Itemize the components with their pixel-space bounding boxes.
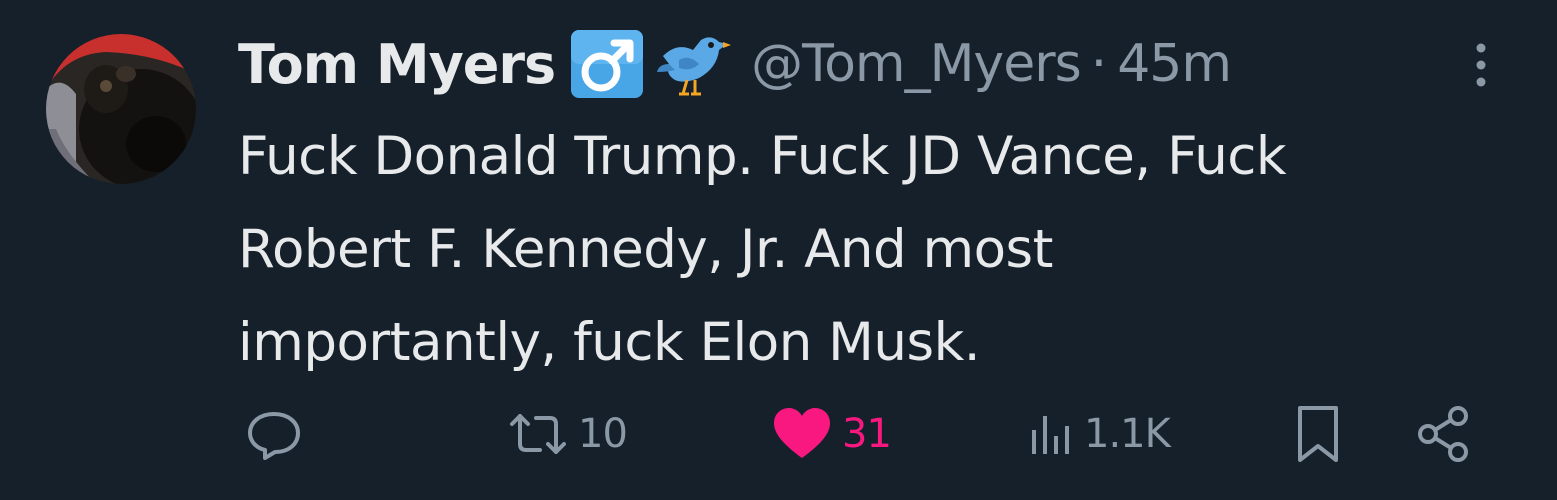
tweet-card[interactable]: Tom Myers @Tom_Myers · 45m Fuck Donald T… (0, 0, 1557, 500)
share-icon (1418, 406, 1468, 462)
retweet-count: 10 (578, 411, 628, 457)
tweet-header: Tom Myers @Tom_Myers · 45m (238, 24, 1232, 104)
like-button[interactable]: 31 (770, 394, 892, 474)
tweet-text-line: importantly, fuck Elon Musk. (238, 312, 981, 373)
more-options-button[interactable] (1466, 40, 1496, 90)
tweet-text-line: Robert F. Kennedy, Jr. And most (238, 219, 1053, 280)
avatar-image (46, 34, 196, 184)
bookmark-button[interactable] (1292, 394, 1344, 474)
like-count: 31 (842, 411, 892, 457)
male-sign-emoji-icon (569, 28, 645, 100)
bar-chart-icon (1032, 416, 1069, 454)
header-separator: · (1090, 34, 1108, 94)
bookmark-icon (1298, 406, 1338, 462)
retweet-arrows-icon (510, 414, 566, 454)
timestamp[interactable]: 45m (1117, 34, 1232, 94)
speech-bubble-icon (248, 412, 300, 460)
tweet-text-line: Fuck Donald Trump. Fuck JD Vance, Fuck (238, 126, 1287, 187)
display-name[interactable]: Tom Myers (238, 33, 556, 96)
reply-button[interactable] (244, 394, 312, 474)
tweet-text: Fuck Donald Trump. Fuck JD Vance, Fuck R… (238, 110, 1508, 389)
avatar[interactable] (46, 34, 196, 184)
views-count: 1.1K (1084, 411, 1171, 457)
bird-emoji-icon (655, 28, 732, 100)
heart-icon (774, 408, 830, 458)
action-bar: 10 31 1.1K (0, 394, 1557, 474)
share-button[interactable] (1414, 394, 1474, 474)
user-handle[interactable]: @Tom_Myers (751, 34, 1081, 94)
views-button[interactable]: 1.1K (1026, 394, 1171, 474)
vertical-ellipsis-icon (1476, 43, 1486, 87)
retweet-button[interactable]: 10 (506, 394, 628, 474)
